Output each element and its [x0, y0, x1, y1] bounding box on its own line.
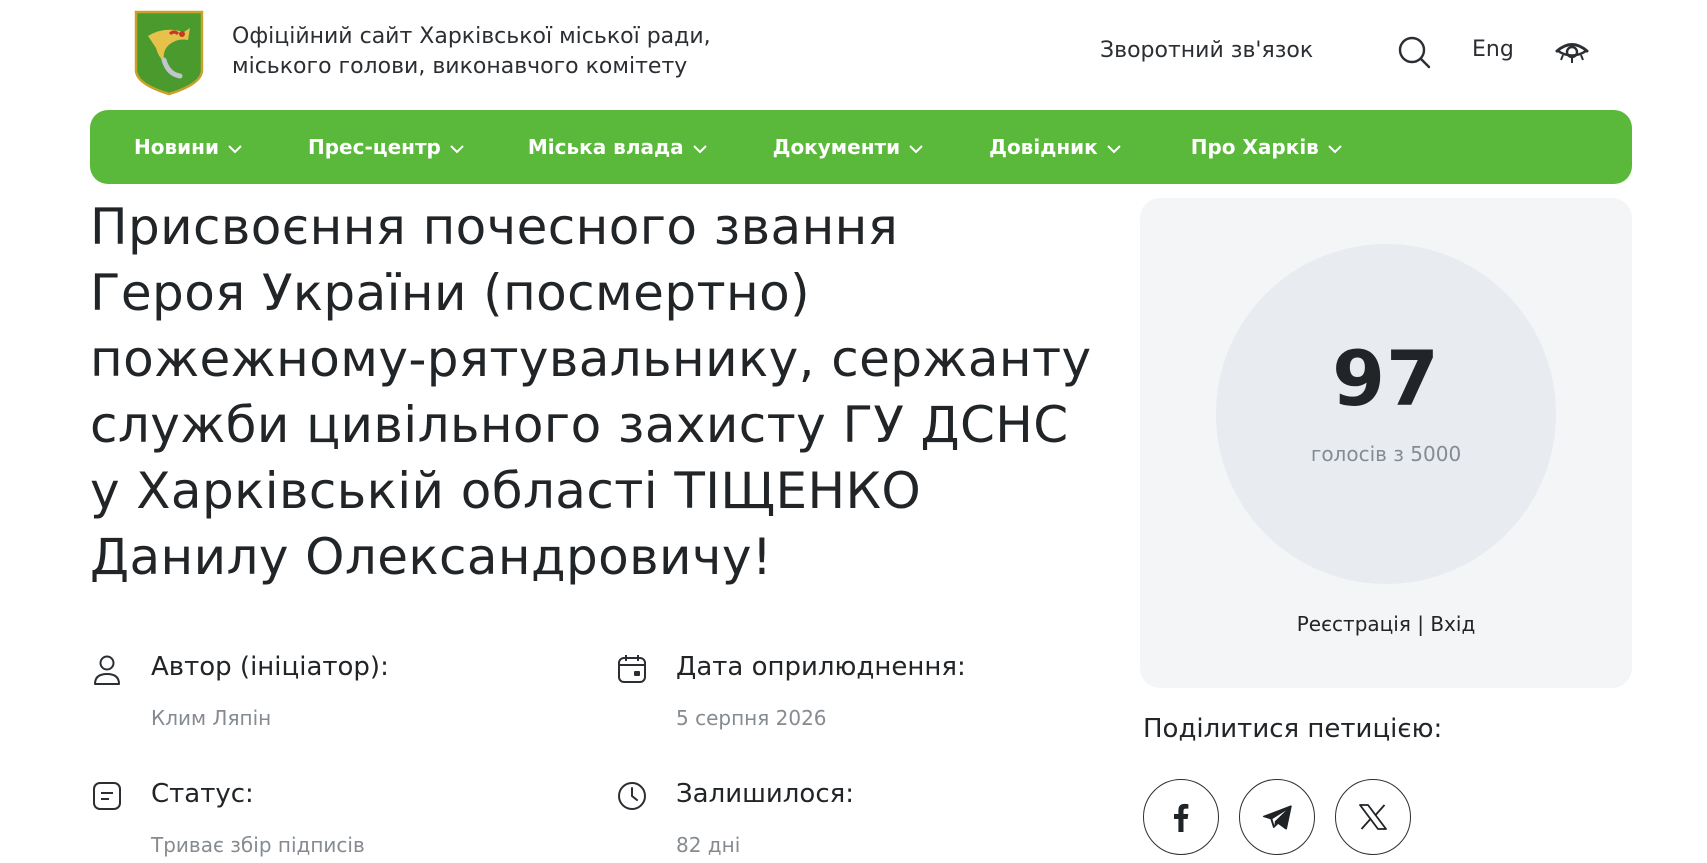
- nav-item-documents[interactable]: Документи: [773, 135, 924, 159]
- votes-panel: 97 голосів з 5000 Реєстрація | Вхід: [1140, 198, 1632, 688]
- clock-icon: [617, 781, 647, 811]
- auth-links: Реєстрація | Вхід: [1140, 612, 1632, 636]
- nav-item-about-kharkiv[interactable]: Про Харків: [1191, 135, 1342, 159]
- author-value: Клим Ляпін: [151, 706, 272, 730]
- nav-label: Міська влада: [527, 135, 684, 159]
- chevron-down-icon: [450, 144, 464, 153]
- votes-count: 97: [1332, 334, 1440, 423]
- chevron-down-icon: [909, 144, 923, 153]
- document-icon: [92, 781, 122, 811]
- search-icon[interactable]: [1396, 34, 1432, 70]
- chevron-down-icon: [1107, 144, 1121, 153]
- feedback-link[interactable]: Зворотний зв'язок: [1100, 38, 1313, 63]
- nav-label: Документи: [772, 135, 901, 159]
- facebook-share-button[interactable]: [1143, 779, 1219, 855]
- votes-subtitle: голосів з 5000: [1310, 442, 1462, 466]
- site-title-line2: міського голови, виконавчого комітету: [232, 54, 688, 79]
- auth-separator: |: [1417, 612, 1424, 636]
- nav-item-city-authority[interactable]: Міська влада: [528, 135, 707, 159]
- x-share-button[interactable]: [1335, 779, 1411, 855]
- kharkiv-coat-of-arms-logo[interactable]: [134, 10, 204, 96]
- title-line: Героя України (посмертно): [90, 264, 810, 322]
- nav-label: Про Харків: [1190, 135, 1319, 159]
- status-label: Статус:: [151, 779, 254, 809]
- register-link[interactable]: Реєстрація: [1297, 612, 1411, 636]
- nav-item-news[interactable]: Новини: [134, 135, 242, 159]
- nav-item-press-center[interactable]: Прес-центр: [308, 135, 464, 159]
- language-switch[interactable]: Eng: [1472, 37, 1514, 62]
- facebook-icon: [1174, 803, 1189, 832]
- telegram-share-button[interactable]: [1239, 779, 1315, 855]
- remaining-label: Залишилося:: [676, 779, 855, 809]
- date-label: Дата оприлюднення:: [676, 652, 966, 682]
- title-line: у Харківській області ТІЩЕНКО: [90, 462, 922, 520]
- chevron-down-icon: [228, 144, 242, 153]
- main-nav: Новини Прес-центр Міська влада Документи…: [90, 110, 1632, 184]
- site-title[interactable]: Офіційний сайт Харківської міської ради,…: [232, 22, 711, 82]
- nav-label: Новини: [134, 135, 219, 159]
- chevron-down-icon: [692, 144, 707, 153]
- remaining-value: 82 дні: [676, 833, 741, 857]
- title-line: Данилу Олександровичу!: [90, 528, 773, 586]
- eye-icon[interactable]: [1555, 38, 1589, 68]
- site-title-line1: Офіційний сайт Харківської міської ради,: [232, 24, 711, 49]
- chevron-down-icon: [1328, 144, 1342, 153]
- user-icon: [92, 654, 122, 685]
- telegram-icon: [1262, 805, 1292, 830]
- nav-item-directory[interactable]: Довідник: [989, 135, 1121, 159]
- calendar-icon: [617, 654, 647, 684]
- title-line: Присвоєння почесного звання: [90, 198, 899, 256]
- title-line: служби цивільного захисту ГУ ДСНС: [90, 396, 1069, 454]
- status-value: Триває збір підписів: [151, 833, 365, 857]
- petition-title: Присвоєння почесного звання Героя Україн…: [90, 194, 1130, 590]
- author-label: Автор (ініціатор):: [151, 652, 389, 682]
- nav-label: Довідник: [989, 135, 1098, 159]
- share-label: Поділитися петицією:: [1143, 714, 1443, 744]
- x-icon: [1359, 804, 1387, 830]
- title-line: пожежному-рятувальнику, сержанту: [90, 330, 1092, 388]
- date-value: 5 серпня 2026: [676, 706, 827, 730]
- votes-circle: 97 голосів з 5000: [1216, 244, 1556, 584]
- login-link[interactable]: Вхід: [1430, 612, 1475, 636]
- nav-label: Прес-центр: [307, 135, 441, 159]
